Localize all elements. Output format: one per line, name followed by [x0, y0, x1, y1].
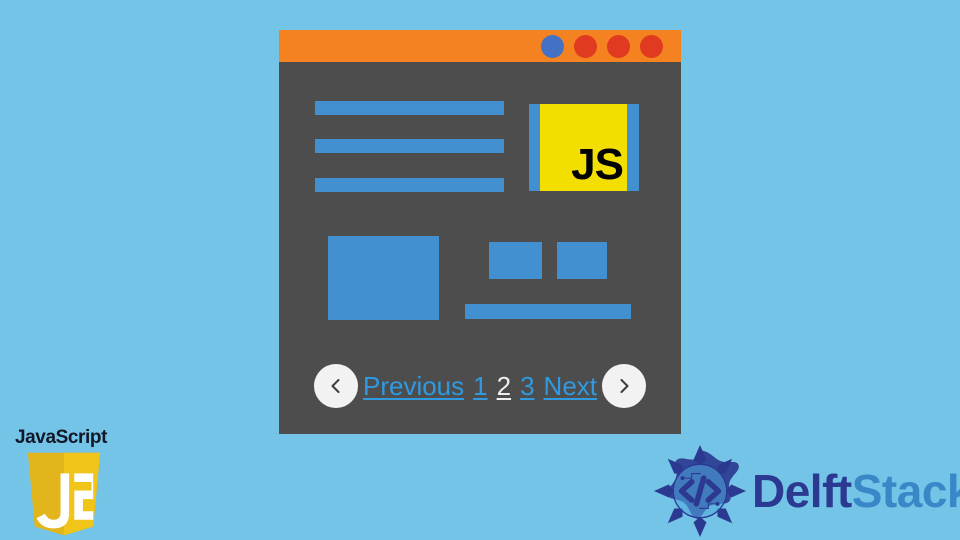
- delftstack-wordmark: DelftStack: [752, 468, 960, 514]
- window-dot-blue[interactable]: [541, 35, 564, 58]
- pagination-page-1[interactable]: 1: [473, 373, 487, 399]
- pagination-links: Previous 1 2 3 Next: [363, 373, 597, 399]
- js-tile-label: JS: [571, 140, 624, 189]
- delftstack-word-stack: Stack: [851, 464, 960, 517]
- placeholder-small-block-2: [557, 242, 607, 279]
- javascript-wordmark: JavaScript: [14, 427, 108, 448]
- code-mandala-icon: [654, 444, 746, 537]
- placeholder-text-bar-1: [315, 101, 504, 115]
- delftstack-word-delft: Delft: [752, 464, 852, 517]
- window-dot-red-1[interactable]: [574, 35, 597, 58]
- chevron-right-icon: [620, 379, 629, 393]
- browser-content-area: JS Previous 1 2 3 Next: [279, 62, 681, 434]
- pagination-prev-button[interactable]: [313, 364, 358, 408]
- placeholder-big-block: [328, 236, 439, 320]
- screenshot-canvas: JS Previous 1 2 3 Next JavaScript DelftS…: [0, 0, 960, 540]
- pagination-next-link[interactable]: Next: [544, 373, 597, 399]
- javascript-shield-icon: [27, 452, 101, 536]
- browser-window-mockup: JS Previous 1 2 3 Next: [279, 30, 681, 434]
- browser-title-bar: [279, 30, 681, 62]
- pagination-next-button[interactable]: [602, 364, 647, 408]
- placeholder-text-bar-2: [315, 139, 504, 153]
- pagination-page-3[interactable]: 3: [520, 373, 534, 399]
- delftstack-logo: DelftStack: [652, 443, 960, 538]
- pagination-previous-link[interactable]: Previous: [363, 373, 464, 399]
- placeholder-small-block-1: [489, 242, 542, 279]
- chevron-left-icon: [331, 379, 340, 393]
- placeholder-text-bar-3: [315, 178, 504, 192]
- javascript-logo: JavaScript: [5, 427, 117, 537]
- pagination: Previous 1 2 3 Next: [279, 354, 681, 418]
- window-dot-red-2[interactable]: [607, 35, 630, 58]
- pagination-page-2-current[interactable]: 2: [497, 373, 511, 399]
- window-dot-red-3[interactable]: [640, 35, 663, 58]
- placeholder-wide-bar: [465, 304, 631, 319]
